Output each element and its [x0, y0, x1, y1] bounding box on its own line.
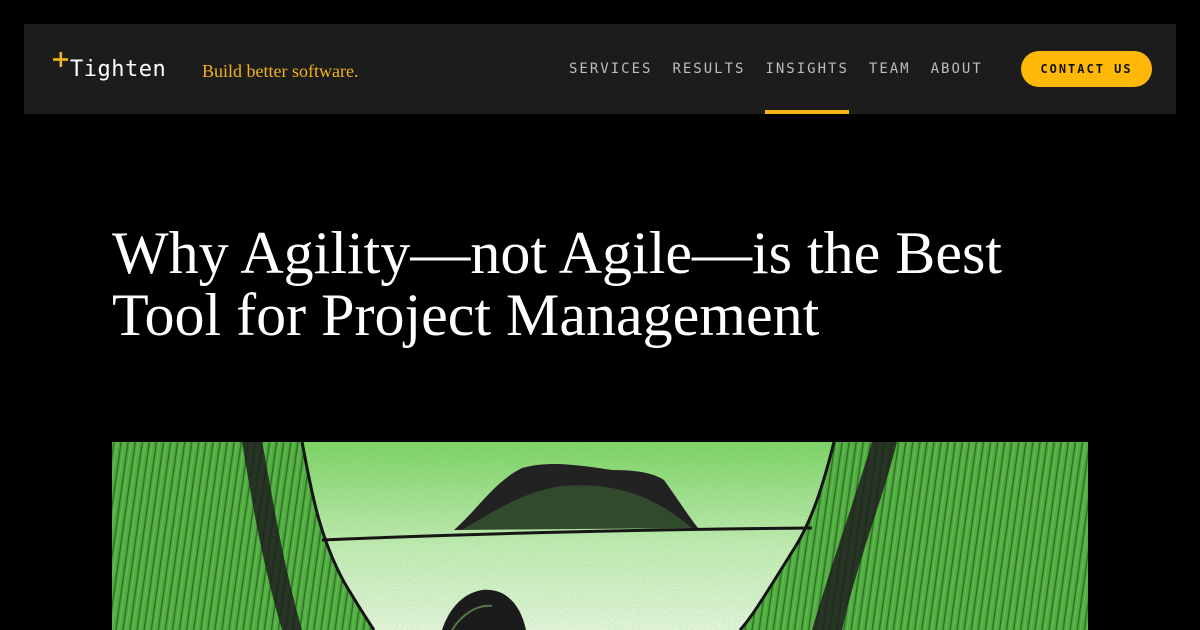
tagline: Build better software. [202, 61, 359, 81]
main-nav: SERVICES RESULTS INSIGHTS TEAM ABOUT [559, 24, 993, 114]
logo[interactable]: Tighten [52, 51, 167, 84]
contact-us-button[interactable]: CONTACT US [1021, 51, 1152, 87]
nav-insights[interactable]: INSIGHTS [755, 24, 858, 114]
nav-team[interactable]: TEAM [859, 24, 921, 114]
nav-about[interactable]: ABOUT [921, 24, 993, 114]
nav-results[interactable]: RESULTS [662, 24, 755, 114]
plus-icon [52, 51, 70, 69]
hero-illustration [112, 442, 1088, 630]
logo-text: Tighten [70, 56, 167, 82]
article-title: Why Agility—not Agile—is the Best Tool f… [112, 220, 1002, 348]
site-header: Tighten Build better software. SERVICES … [24, 24, 1176, 114]
nav-services[interactable]: SERVICES [559, 24, 662, 114]
